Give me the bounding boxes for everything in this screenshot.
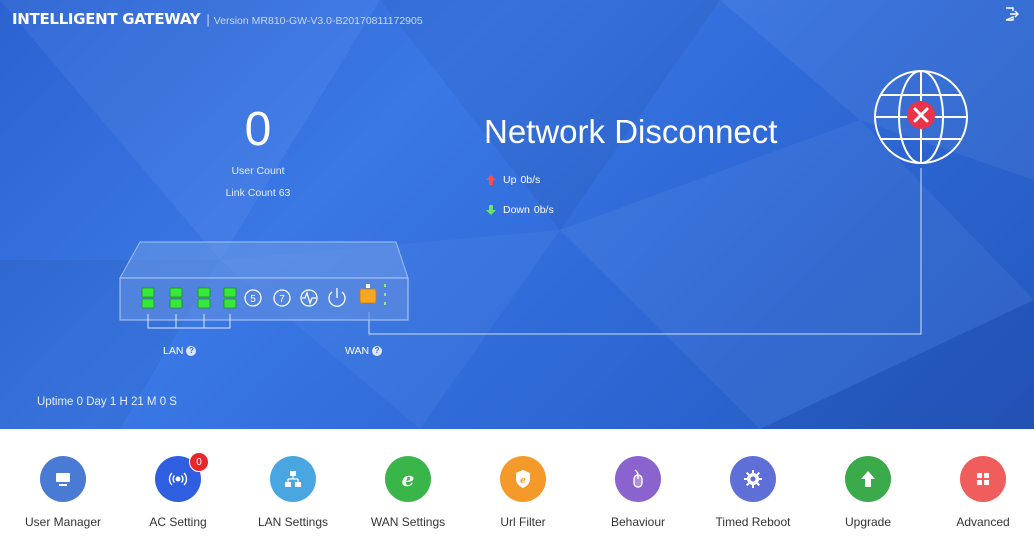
lan-settings-button[interactable]: LAN Settings [238,456,348,532]
tool-label: User Manager [24,515,102,529]
lan-label-text: LAN [163,345,184,357]
router-device: 5 7 [119,241,409,329]
port-5-label: 5 [250,294,256,305]
grid-icon [960,456,1006,502]
function-toolbar: User Manager 0 AC Setting LAN Settings e… [0,429,1034,537]
wan-label-text: WAN [345,345,370,357]
notification-badge: 0 [189,452,209,472]
wan-help-icon[interactable]: ? [372,346,383,356]
network-tree-icon [270,456,316,502]
tool-label: AC Setting [149,515,207,529]
wan-link-line [368,168,922,335]
mouse-icon [615,456,661,502]
gear-icon [730,456,776,502]
url-filter-icon: e [500,456,546,502]
uptime-text: Uptime 0 Day 1 H 21 M 0 S [37,396,177,408]
wan-settings-button[interactable]: e WAN Settings [353,456,463,532]
port-7-label: 7 [279,294,285,305]
advanced-button[interactable]: Advanced [928,456,1034,532]
svg-text:e: e [402,467,415,491]
tool-label: Behaviour [610,515,666,529]
monitor-icon [40,456,86,502]
behaviour-button[interactable]: Behaviour [583,456,693,532]
url-filter-button[interactable]: e Url Filter [468,456,578,532]
upload-arrow-icon [845,456,891,502]
tool-label: WAN Settings [370,515,446,529]
tool-label: Upgrade [844,515,892,529]
status-panel: INTELLIGENT GATEWAY | Version MR810-GW-V… [0,0,1034,429]
tool-label: Timed Reboot [715,515,791,529]
tool-label: Advanced [956,515,1010,529]
upgrade-button[interactable]: Upgrade [813,456,923,532]
svg-text:e: e [520,476,526,486]
ie-browser-icon: e [385,456,431,502]
ac-setting-button[interactable]: 0 AC Setting [123,452,233,532]
lan-label: LAN ? [163,345,197,357]
timed-reboot-button[interactable]: Timed Reboot [698,456,808,532]
tool-label: Url Filter [500,515,546,529]
user-manager-button[interactable]: User Manager [8,456,118,532]
wan-label: WAN ? [345,345,383,357]
lan-help-icon[interactable]: ? [186,346,197,356]
tool-label: LAN Settings [257,515,329,529]
